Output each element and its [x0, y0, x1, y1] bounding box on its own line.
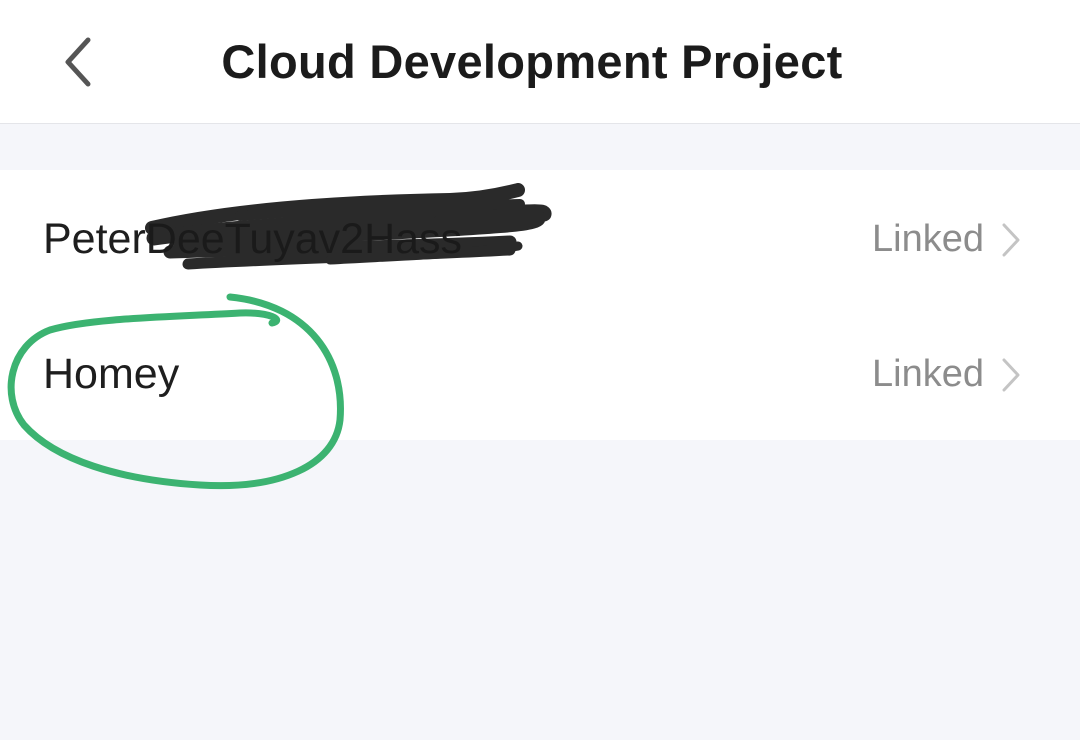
project-row-redacted[interactable]: PeterDeeTuyav2Hass Linked [0, 170, 1080, 305]
project-name: PeterDeeTuyav2Hass [43, 215, 463, 263]
chevron-right-icon [1002, 223, 1020, 257]
page-title: Cloud Development Project [221, 35, 843, 88]
project-list: PeterDeeTuyav2Hass Linked Homey Linked [0, 170, 1080, 440]
chevron-right-icon [1002, 358, 1020, 392]
back-button[interactable] [48, 22, 112, 102]
link-status: Linked [872, 353, 984, 395]
chevron-left-icon [65, 37, 91, 87]
app-header: Cloud Development Project [0, 0, 1080, 124]
project-row-homey[interactable]: Homey Linked [0, 305, 1080, 440]
project-name: Homey [43, 350, 180, 398]
link-status: Linked [872, 218, 984, 260]
